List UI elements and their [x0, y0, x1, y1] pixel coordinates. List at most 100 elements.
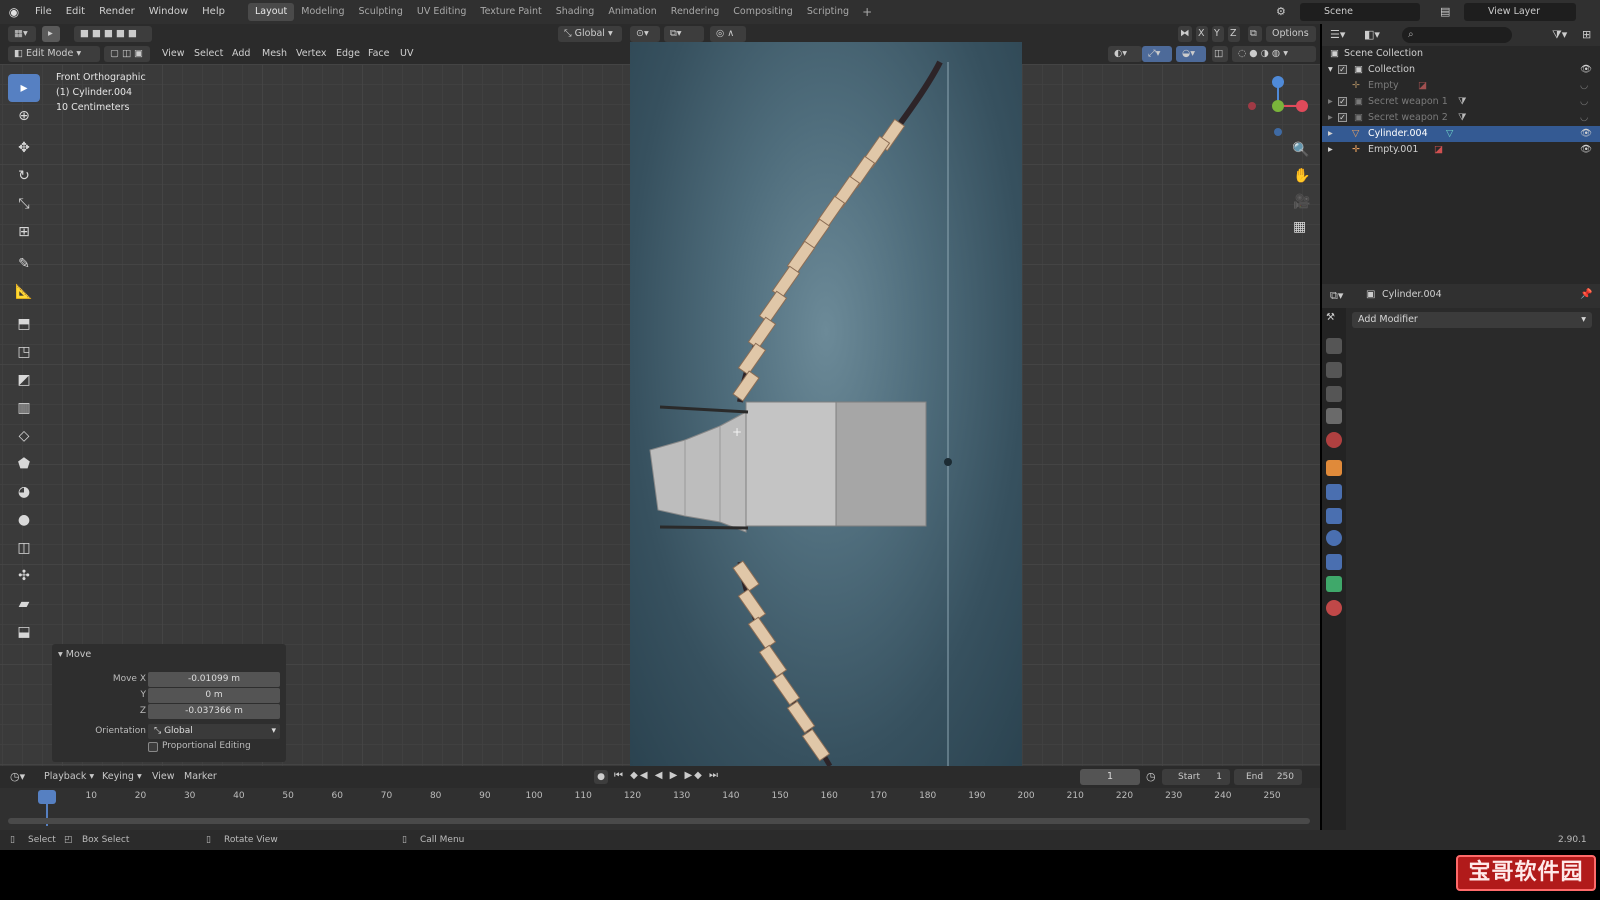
pan-hand-icon[interactable]: ✋ [1293, 168, 1310, 184]
menu-edit[interactable]: Edit [59, 0, 92, 24]
visibility-eye-icon[interactable]: 👁 [1580, 126, 1592, 142]
operator-panel-header[interactable]: ▾ Move [58, 649, 91, 660]
constraints-tab-icon[interactable] [1326, 554, 1342, 570]
menu-mesh[interactable]: Mesh [262, 46, 287, 62]
edge-slide-tool-icon[interactable]: ◫ [8, 534, 40, 562]
select-mode-buttons[interactable]: ■ ■ ■ ■ ■ [74, 26, 152, 42]
hidden-eye-icon[interactable]: ◡ [1580, 94, 1588, 110]
xray-icon[interactable]: ◫ [1212, 46, 1228, 62]
rotate-tool-icon[interactable]: ↻ [8, 162, 40, 190]
new-collection-icon[interactable]: ⊞ [1582, 28, 1591, 41]
secret-weapon-1-checkbox[interactable]: ✓ [1338, 97, 1347, 106]
hidden-eye-icon[interactable]: ◡ [1580, 78, 1588, 94]
smooth-tool-icon[interactable]: ● [8, 506, 40, 534]
current-frame-marker[interactable] [38, 790, 56, 804]
playback-controls[interactable]: ⏮ ◆◀ ◀ ▶ ▶◆ ⏭ [614, 770, 720, 781]
visibility-icon[interactable]: ◐▾ [1108, 46, 1142, 62]
secret-weapon-2-checkbox[interactable]: ✓ [1338, 113, 1347, 122]
menu-uv[interactable]: UV [400, 46, 413, 62]
autokey-icon[interactable]: ⧉ [1248, 26, 1262, 42]
options-dropdown[interactable]: Options ▾ [1266, 26, 1316, 55]
material-tab-icon[interactable] [1326, 600, 1342, 616]
select-tool-icon[interactable]: ▸ [42, 26, 60, 42]
tool-tab-icon[interactable]: ⚒ [1326, 312, 1342, 328]
collection-checkbox[interactable]: ✓ [1338, 65, 1347, 74]
camera-view-icon[interactable]: 🎥 [1293, 194, 1310, 210]
z-axis-icon[interactable] [1272, 76, 1284, 88]
menu-edge[interactable]: Edge [336, 46, 360, 62]
spin-tool-icon[interactable]: ◕ [8, 478, 40, 506]
end-frame-field[interactable]: End 250 [1234, 769, 1302, 785]
tab-rendering[interactable]: Rendering [664, 3, 727, 21]
timeline-editor-type-icon[interactable]: ◷▾ [10, 770, 25, 783]
pivot-point-icon[interactable]: ⊙▾ [630, 26, 660, 42]
preview-range-icon[interactable]: ◷ [1146, 770, 1156, 783]
record-icon[interactable]: ● [594, 770, 608, 784]
knife-tool-icon[interactable]: ◇ [8, 422, 40, 450]
tab-shading[interactable]: Shading [549, 3, 602, 21]
data-tab-icon[interactable] [1326, 576, 1342, 592]
menu-vertex[interactable]: Vertex [296, 46, 327, 62]
tab-compositing[interactable]: Compositing [726, 3, 800, 21]
zoom-icon[interactable]: 🔍 [1292, 142, 1309, 158]
transform-tool-icon[interactable]: ⊞ [8, 218, 40, 246]
select-box-tool-icon[interactable]: ▸ [8, 74, 40, 102]
timeline-view-menu[interactable]: View [152, 771, 175, 782]
visibility-eye-icon[interactable]: 👁 [1580, 142, 1592, 158]
properties-editor-type-icon[interactable]: ⧉▾ [1330, 289, 1343, 303]
neg-x-axis-icon[interactable] [1248, 102, 1256, 110]
view-layer-selector[interactable]: View Layer [1464, 3, 1576, 21]
move-x-field[interactable]: -0.01099 m [148, 672, 280, 687]
bevel-tool-icon[interactable]: ◩ [8, 366, 40, 394]
world-tab-icon[interactable] [1326, 432, 1342, 448]
outliner-item-secret-weapon-2[interactable]: ▸ ✓ ▣ Secret weapon 2 ⧩ ◡ [1322, 110, 1600, 126]
marker-menu[interactable]: Marker [184, 771, 217, 782]
menu-file[interactable]: File [28, 0, 59, 24]
extrude-tool-icon[interactable]: ⬒ [8, 310, 40, 338]
outliner-item-empty-001[interactable]: ▸ ✛ Empty.001 ◪ 👁 [1322, 142, 1600, 158]
tab-uv-editing[interactable]: UV Editing [410, 3, 474, 21]
cursor-tool-icon[interactable]: ⊕ [8, 102, 40, 130]
mirror-x-button[interactable]: X [1196, 26, 1208, 42]
add-workspace-icon[interactable]: + [856, 5, 878, 19]
move-tool-icon[interactable]: ✥ [8, 134, 40, 162]
orientation-dropdown[interactable]: ⤡ Global ▾ [148, 724, 280, 739]
menu-select[interactable]: Select [194, 46, 223, 62]
blender-logo-icon[interactable]: ◉ [0, 0, 28, 24]
playback-menu[interactable]: Playback ▾ [44, 771, 94, 782]
menu-render[interactable]: Render [92, 0, 142, 24]
tab-scripting[interactable]: Scripting [800, 3, 856, 21]
shear-tool-icon[interactable]: ▰ [8, 590, 40, 618]
outliner-editor-type-icon[interactable]: ☰▾ [1330, 28, 1345, 41]
particles-tab-icon[interactable] [1326, 508, 1342, 524]
outliner-item-cylinder-004[interactable]: ▸ ▽ Cylinder.004 ▽ 👁 [1322, 126, 1600, 142]
menu-face[interactable]: Face [368, 46, 389, 62]
tab-texture-paint[interactable]: Texture Paint [473, 3, 548, 21]
annotate-tool-icon[interactable]: ✎ [8, 250, 40, 278]
select-mode-toggle[interactable]: ▢ ◫ ▣ [104, 46, 150, 62]
menu-add[interactable]: Add [232, 46, 250, 62]
current-frame-field[interactable]: 1 [1080, 769, 1140, 785]
rip-tool-icon[interactable]: ⬓ [8, 618, 40, 646]
physics-tab-icon[interactable] [1326, 530, 1342, 546]
tab-layout[interactable]: Layout [247, 3, 295, 21]
overlay-toggle-icon[interactable]: ◒▾ [1176, 46, 1206, 62]
move-y-field[interactable]: 0 m [148, 688, 280, 703]
outliner-item-scene-collection[interactable]: ▣ Scene Collection [1322, 46, 1600, 62]
filter-icon[interactable]: ⧩▾ [1552, 28, 1567, 42]
mirror-y-button[interactable]: Y [1212, 26, 1224, 42]
timeline-scrollbar[interactable] [8, 818, 1310, 824]
shading-mode-buttons[interactable]: ◌ ● ◑ ◍ ▾ [1232, 46, 1316, 62]
hidden-eye-icon[interactable]: ◡ [1580, 110, 1588, 126]
menu-help[interactable]: Help [195, 0, 232, 24]
editor-type-button[interactable]: ▦▾ [8, 26, 36, 42]
tab-animation[interactable]: Animation [601, 3, 663, 21]
x-axis-icon[interactable] [1296, 100, 1308, 112]
ortho-toggle-icon[interactable]: ▦ [1293, 219, 1306, 235]
loop-cut-tool-icon[interactable]: ▥ [8, 394, 40, 422]
mode-dropdown[interactable]: ◧ Edit Mode ▾ [8, 46, 100, 62]
pin-icon[interactable]: 📌 [1580, 289, 1592, 300]
modifier-tab-icon[interactable] [1326, 484, 1342, 500]
poly-build-tool-icon[interactable]: ⬟ [8, 450, 40, 478]
outliner-search-input[interactable]: ⌕ [1402, 27, 1512, 43]
